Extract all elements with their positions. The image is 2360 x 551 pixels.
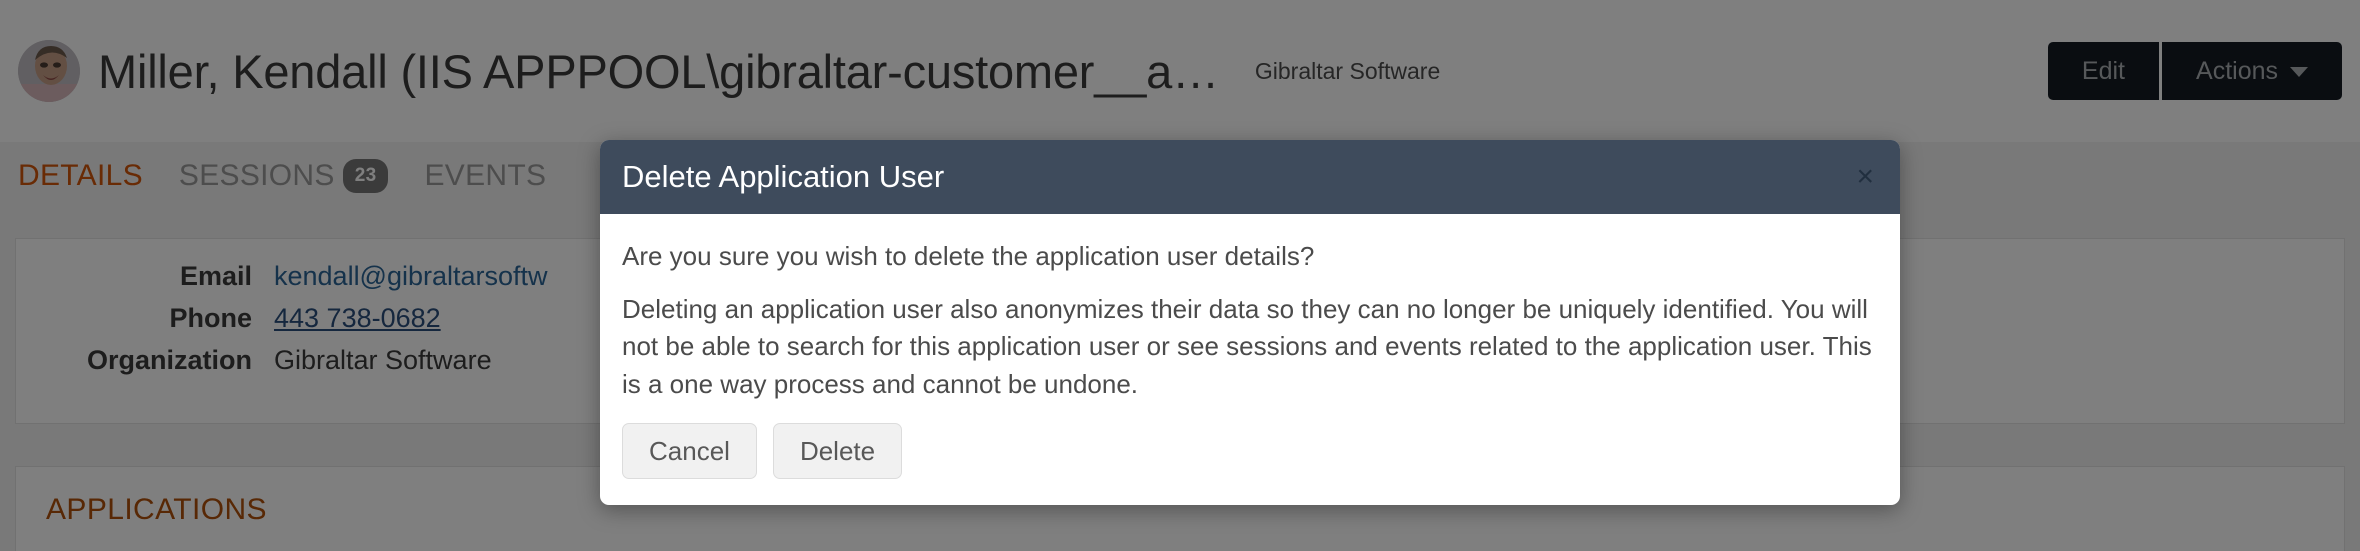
modal-warning-text: Deleting an application user also anonym… — [622, 294, 1872, 399]
modal-body: Are you sure you wish to delete the appl… — [600, 214, 1900, 505]
modal-header: Delete Application User × — [600, 140, 1900, 214]
modal-confirm-question: Are you sure you wish to delete the appl… — [622, 241, 1315, 271]
delete-application-user-modal: Delete Application User × Are you sure y… — [600, 140, 1900, 505]
close-icon[interactable]: × — [1856, 162, 1874, 192]
modal-actions: Cancel Delete — [622, 422, 1878, 479]
cancel-button[interactable]: Cancel — [622, 422, 757, 479]
delete-button[interactable]: Delete — [772, 422, 903, 479]
app-root: Miller, Kendall (IIS APPPOOL\gibraltar-c… — [0, 0, 2360, 551]
modal-title: Delete Application User — [622, 159, 945, 194]
